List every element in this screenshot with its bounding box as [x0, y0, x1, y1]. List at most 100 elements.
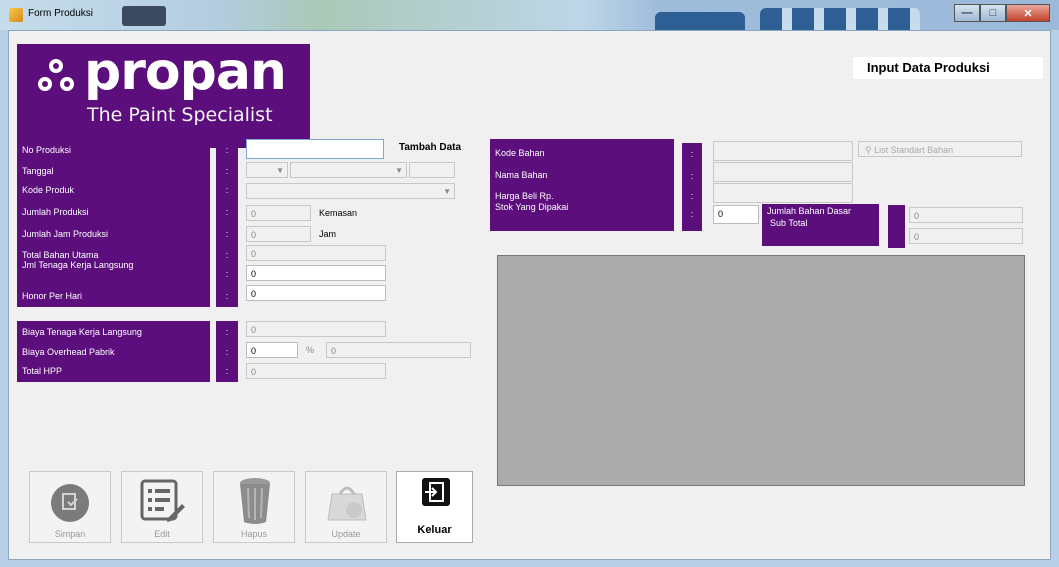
list-standart-bahan-button[interactable]: ⚲ List Standart Bahan [858, 141, 1022, 157]
search-icon: ⚲ [865, 145, 872, 155]
label-honor-per-hari: Honor Per Hari [22, 291, 83, 301]
maximize-button[interactable]: □ [980, 4, 1006, 22]
colon-separator: : [225, 269, 229, 279]
propan-logo-mark-icon [38, 59, 74, 91]
tambah-data-link[interactable]: Tambah Data [399, 142, 461, 153]
keluar-button[interactable]: Keluar [396, 471, 473, 543]
window-title: Form Produksi [28, 8, 94, 19]
label-biaya-tenaga-kerja: Biaya Tenaga Kerja Langsung [22, 327, 142, 337]
titlebar-background-graphic [122, 6, 166, 26]
update-label: Update [331, 529, 361, 539]
jumlah-produksi-field[interactable]: 0 [246, 205, 311, 221]
total-hpp-field[interactable]: 0 [246, 363, 386, 379]
chevron-down-icon: ▼ [276, 166, 284, 175]
logo-tagline: The Paint Specialist [87, 104, 273, 126]
label-total-bahan-utama: Total Bahan Utama [22, 250, 99, 260]
jam-unit-label: Jam [319, 229, 337, 239]
bahan-colon-column: : : : : [682, 143, 702, 231]
update-icon [327, 486, 367, 521]
kode-bahan-field[interactable] [713, 141, 853, 161]
jumlah-bahan-dasar-field[interactable]: 0 [909, 207, 1023, 223]
edit-label: Edit [154, 529, 170, 539]
minimize-icon: — [961, 7, 973, 19]
tanggal-day-combo[interactable]: ▼ [246, 162, 288, 178]
window-controls: — □ ✕ [954, 4, 1050, 22]
label-jumlah-produksi: Jumlah Produksi [22, 207, 89, 217]
simpan-label: Simpan [54, 529, 86, 539]
nama-bahan-field[interactable] [713, 162, 853, 182]
jumlah-bahan-colon-column [888, 205, 905, 248]
no-produksi-input[interactable] [246, 139, 384, 159]
biaya-overhead-result-field[interactable]: 0 [326, 342, 471, 358]
update-button[interactable]: Update [305, 471, 387, 543]
kode-produk-combo[interactable]: ▼ [246, 183, 455, 199]
label-stok-dipakai: Stok Yang Dipakai [495, 202, 569, 212]
colon-separator: : [225, 291, 229, 301]
exit-icon [422, 478, 450, 506]
biaya-overhead-input[interactable]: 0 [246, 342, 298, 358]
label-tanggal: Tanggal [22, 166, 54, 176]
title-bar[interactable]: Form Produksi — □ ✕ [0, 0, 1059, 30]
colon-separator: : [690, 209, 694, 219]
colon-separator: : [225, 145, 229, 155]
subtotal-field[interactable]: 0 [909, 228, 1023, 244]
bahan-data-grid[interactable] [497, 255, 1025, 486]
edit-list-icon [140, 479, 185, 522]
label-harga-beli: Harga Beli Rp. [495, 191, 554, 201]
label-jumlah-jam-produksi: Jumlah Jam Produksi [22, 229, 109, 239]
label-jml-tenaga-kerja: Jml Tenaga Kerja Langsung [22, 260, 134, 270]
label-jumlah-bahan-dasar: Jumlah Bahan Dasar [767, 206, 852, 216]
bahan-label-panel: Kode Bahan Nama Bahan Harga Beli Rp. Sto… [490, 139, 674, 231]
biaya-tenaga-kerja-field[interactable]: 0 [246, 321, 386, 337]
label-nama-bahan: Nama Bahan [495, 170, 548, 180]
colon-separator: : [225, 366, 229, 376]
close-icon: ✕ [1023, 7, 1033, 20]
titlebar-background-graphic [655, 12, 745, 30]
edit-button[interactable]: Edit [121, 471, 203, 543]
maximize-icon: □ [989, 7, 997, 19]
colon-separator: : [225, 207, 229, 217]
page-title: Input Data Produksi [853, 57, 1043, 79]
label-no-produksi: No Produksi [22, 145, 72, 155]
tanggal-year-field[interactable] [409, 162, 455, 178]
percent-label: % [306, 345, 315, 355]
save-icon [51, 484, 89, 522]
biaya-colon-column: : : : [216, 321, 238, 382]
colon-separator: : [225, 229, 229, 239]
label-sub-total: Sub Total [770, 218, 808, 228]
colon-separator: : [225, 185, 229, 195]
trash-icon [240, 478, 270, 524]
colon-separator: : [225, 250, 229, 260]
stok-dipakai-input[interactable]: 0 [713, 205, 759, 224]
app-window: Form Produksi — □ ✕ propan The Paint Spe… [0, 0, 1059, 567]
close-button[interactable]: ✕ [1006, 4, 1050, 22]
jml-tenaga-kerja-input[interactable]: 0 [246, 265, 386, 281]
biaya-label-panel: Biaya Tenaga Kerja Langsung Biaya Overhe… [17, 321, 210, 382]
keluar-label: Keluar [417, 524, 452, 536]
hapus-label: Hapus [240, 529, 267, 539]
harga-beli-field[interactable] [713, 183, 853, 203]
chevron-down-icon: ▼ [395, 166, 403, 175]
jumlah-bahan-label-panel: Jumlah Bahan Dasar Sub Total [762, 204, 879, 246]
kemasan-unit-label: Kemasan [319, 208, 358, 218]
produksi-label-panel: No Produksi Tanggal Kode Produk Jumlah P… [17, 139, 210, 307]
titlebar-background-graphic [760, 8, 920, 30]
colon-separator: : [690, 149, 694, 159]
colon-separator: : [225, 166, 229, 176]
label-total-hpp: Total HPP [22, 366, 63, 376]
minimize-button[interactable]: — [954, 4, 980, 22]
colon-separator: : [690, 171, 694, 181]
tanggal-month-combo[interactable]: ▼ [290, 162, 407, 178]
honor-per-hari-input[interactable]: 0 [246, 285, 386, 301]
label-kode-produk: Kode Produk [22, 185, 75, 195]
simpan-button[interactable]: Simpan [29, 471, 111, 543]
logo-wordmark: propan [84, 42, 287, 102]
list-standart-bahan-label: List Standart Bahan [874, 145, 954, 155]
propan-logo: propan The Paint Specialist [17, 42, 310, 148]
colon-separator: : [690, 191, 694, 201]
label-kode-bahan: Kode Bahan [495, 148, 545, 158]
label-biaya-overhead: Biaya Overhead Pabrik [22, 347, 115, 357]
hapus-button[interactable]: Hapus [213, 471, 295, 543]
total-bahan-utama-field[interactable]: 0 [246, 245, 386, 261]
jumlah-jam-field[interactable]: 0 [246, 226, 311, 242]
